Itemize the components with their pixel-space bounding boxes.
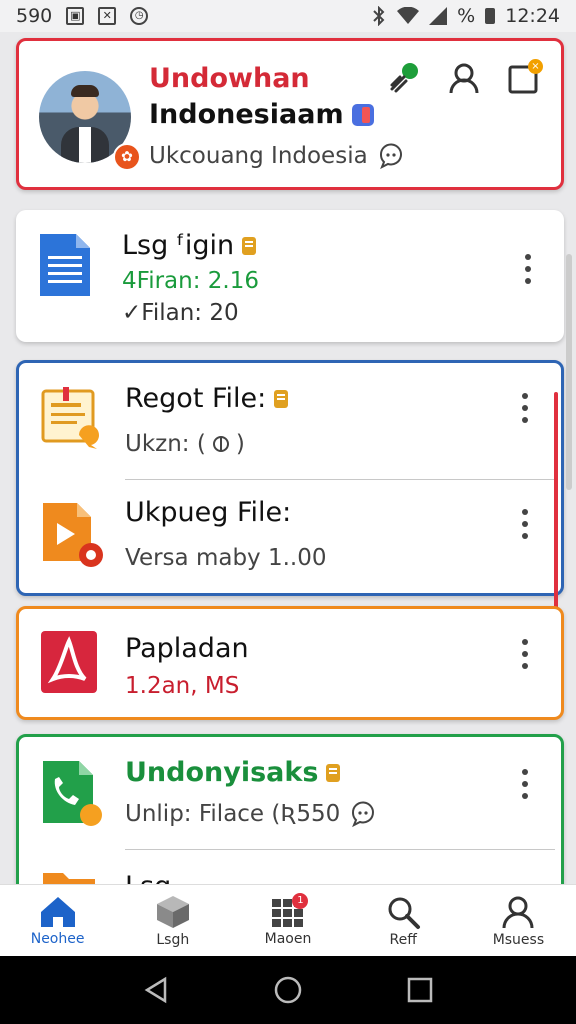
nav-reff[interactable]: Reff — [346, 885, 461, 956]
file-card-group[interactable]: Regot File: Ukzn: ( ) Ukpueg File: Versa… — [16, 360, 564, 596]
phone-file-icon — [39, 757, 102, 827]
file-name: Lsg — [125, 871, 171, 884]
file-meta: 1.2an, MS — [125, 673, 240, 699]
file-card[interactable]: Papladan 1.2an, MS — [16, 606, 564, 720]
file-meta: Unlip: Filace (Ʀ550 — [125, 799, 378, 829]
home-icon — [40, 896, 75, 927]
battery-icon — [485, 8, 496, 24]
nav-label: Maoen — [264, 930, 312, 947]
file-name-text: Lsg ᶠigin — [122, 230, 235, 261]
nav-badge: 1 — [292, 893, 309, 909]
profile-actions: × — [385, 59, 543, 97]
system-navigation-bar — [0, 956, 576, 1024]
more-options-icon[interactable] — [519, 769, 531, 799]
profile-location: Ukcouang Indoesia — [149, 141, 406, 171]
chat-icon — [352, 801, 375, 828]
file-meta: Ukzn: ( ) — [125, 431, 245, 457]
profile-location-text: Ukcouang Indoesia — [149, 143, 368, 169]
person-icon — [502, 896, 534, 928]
more-options-icon[interactable] — [519, 639, 531, 669]
divider — [125, 479, 555, 480]
file-name-text: Undonyisaks — [125, 757, 319, 788]
file-card-group[interactable]: Undonyisaks Unlip: Filace (Ʀ550 Lsg — [16, 734, 564, 884]
notification-badge: × — [528, 59, 543, 74]
file-meta: ✓Filan: 20 — [122, 300, 239, 326]
document-icon — [36, 230, 96, 300]
file-name: Regot File: — [125, 383, 289, 414]
leaf-button[interactable] — [385, 59, 423, 97]
file-card[interactable]: Lsg ᶠigin 4Firan: 2.16 ✓Filan: 20 — [16, 210, 564, 342]
home-button-icon[interactable] — [273, 975, 303, 1005]
file-meta: 4Firan: 2.16 — [122, 268, 259, 294]
file-name: Lsg ᶠigin — [122, 230, 257, 261]
profile-icon — [449, 63, 479, 94]
more-options-icon[interactable] — [519, 393, 531, 423]
wifi-icon — [397, 7, 420, 24]
leaf-icon — [390, 63, 418, 93]
status-bar: 590 ▣ ✕ ◷ % 12:24 — [0, 0, 576, 32]
bluetooth-icon — [373, 6, 385, 26]
app-badge-icon — [351, 103, 374, 126]
profile-subtitle: Indonesiaam — [149, 99, 374, 130]
more-options-icon[interactable] — [519, 509, 531, 539]
list-item[interactable]: Regot File: Ukzn: ( ) — [19, 363, 561, 479]
status-number: 590 — [16, 5, 53, 27]
chat-icon — [379, 143, 402, 170]
video-icon — [39, 499, 103, 569]
status-bar-left: 590 ▣ ✕ ◷ — [16, 5, 149, 27]
nav-msuess[interactable]: Msuess — [461, 885, 576, 956]
file-meta: Versa maby 1..00 — [125, 545, 327, 571]
pdf-icon — [39, 629, 99, 699]
scrollbar[interactable] — [566, 254, 572, 490]
search-icon — [388, 897, 421, 929]
clock-icon: ◷ — [130, 7, 149, 25]
nav-label: Neohee — [30, 930, 85, 947]
nav-label: Msuess — [492, 931, 545, 948]
nav-maoen[interactable]: 1 Maoen — [230, 885, 345, 956]
bottom-navigation: Neohee Lsgh 1 Maoen Reff Msuess — [0, 884, 576, 956]
file-meta-text: Ukzn: ( — [125, 431, 206, 457]
list-item[interactable]: Lsg — [19, 851, 561, 884]
file-name: Ukpueg File: — [125, 497, 292, 528]
signal-icon — [429, 7, 448, 25]
list-item[interactable]: Ukpueg File: Versa maby 1..00 — [19, 481, 561, 593]
file-name-text: Regot File: — [125, 383, 267, 414]
nav-label: Lsgh — [156, 931, 190, 948]
list-item[interactable]: Undonyisaks Unlip: Filace (Ʀ550 — [19, 737, 561, 849]
image-icon: ▣ — [66, 7, 85, 25]
profile-card[interactable]: ✿ Undowhan Indonesiaam Ukcouang Indoesia… — [16, 38, 564, 190]
lock-icon — [242, 236, 257, 255]
profile-subtitle-text: Indonesiaam — [149, 99, 344, 130]
battery-percent: % — [457, 5, 476, 27]
nav-home[interactable]: Neohee — [0, 885, 115, 956]
nav-lsgh[interactable]: Lsgh — [115, 885, 230, 956]
lock-icon — [326, 763, 341, 782]
profile-search-button[interactable] — [445, 59, 483, 97]
lock-icon — [274, 389, 289, 408]
folder-icon — [39, 865, 99, 884]
box-icon — [156, 895, 189, 928]
scroll-indicator — [554, 392, 558, 622]
status-bar-right: % 12:24 — [371, 5, 560, 27]
clock-time: 12:24 — [505, 5, 560, 27]
divider — [125, 849, 555, 850]
close-box-icon: ✕ — [98, 7, 117, 25]
nav-label: Reff — [389, 931, 417, 948]
note-icon — [39, 385, 99, 455]
back-icon[interactable] — [141, 975, 171, 1005]
more-options-icon[interactable] — [522, 254, 534, 284]
notification-button[interactable]: × — [505, 59, 543, 97]
file-name: Undonyisaks — [125, 757, 341, 788]
profile-title: Undowhan — [149, 63, 310, 94]
recents-icon[interactable] — [405, 975, 435, 1005]
file-meta-text: Unlip: Filace (Ʀ550 — [125, 801, 341, 827]
file-list[interactable]: ✿ Undowhan Indonesiaam Ukcouang Indoesia… — [0, 32, 576, 884]
sync-icon — [212, 436, 229, 452]
file-name: Papladan — [125, 633, 249, 664]
avatar-status-icon: ✿ — [113, 143, 141, 171]
